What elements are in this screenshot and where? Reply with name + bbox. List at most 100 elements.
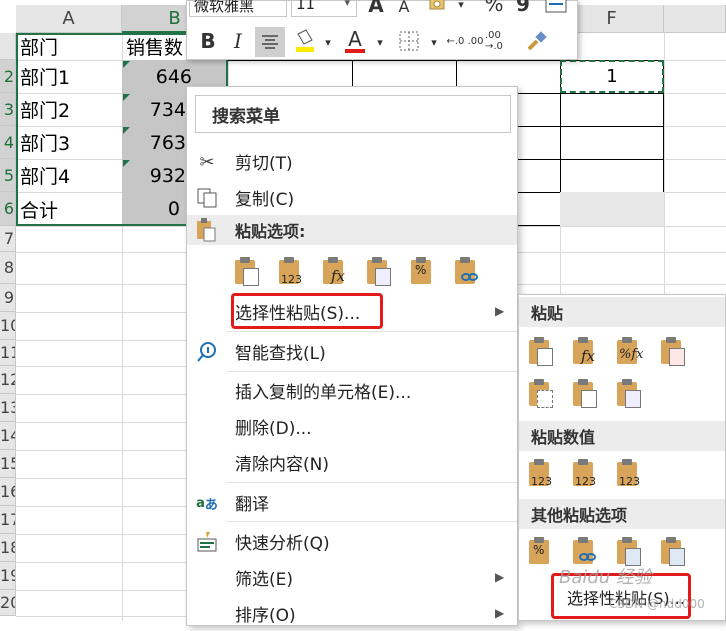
- paste-formulas-icon[interactable]: fx: [321, 257, 349, 287]
- menu-item-cut[interactable]: ✂ 剪切(T): [187, 143, 517, 179]
- cell-a2[interactable]: 部门1: [20, 60, 120, 93]
- paste-formatting-icon[interactable]: %: [527, 537, 555, 567]
- paste-keep-source-format-icon[interactable]: [659, 337, 687, 367]
- borders-dropdown[interactable]: ▾: [427, 31, 441, 53]
- row-header[interactable]: 16: [0, 478, 16, 506]
- paste-transpose-icon[interactable]: [365, 257, 393, 287]
- menu-item-translate[interactable]: aあ 翻译: [187, 484, 517, 520]
- cell-b5[interactable]: 932: [122, 159, 186, 192]
- paste-formatting-icon[interactable]: %: [409, 257, 437, 287]
- paste-values-icon[interactable]: 123: [277, 257, 305, 287]
- row-header[interactable]: 5: [0, 159, 16, 192]
- cell-text: 部门2: [20, 100, 71, 122]
- cell-a5[interactable]: 部门4: [20, 159, 120, 192]
- cell-a3[interactable]: 部门2: [20, 93, 120, 126]
- row-header[interactable]: 3: [0, 93, 16, 126]
- shrink-font-button[interactable]: A: [393, 0, 415, 17]
- menu-item-insert-copied-cells[interactable]: 插入复制的单元格(E)...: [187, 372, 517, 408]
- menu-item-smart-lookup[interactable]: 智能查找(L): [187, 333, 517, 369]
- font-color-dropdown[interactable]: ▾: [373, 31, 387, 53]
- row-header[interactable]: 4: [0, 126, 16, 159]
- column-header-g[interactable]: [664, 5, 726, 33]
- row-header[interactable]: 9: [0, 284, 16, 312]
- row-header[interactable]: 14: [0, 422, 16, 450]
- cell-b6[interactable]: 0: [122, 192, 180, 226]
- paste-option-label: 123: [619, 475, 640, 488]
- row-header[interactable]: 12: [0, 366, 16, 394]
- cell-a6[interactable]: 合计: [20, 192, 120, 226]
- cell-b3[interactable]: 734: [122, 93, 186, 126]
- font-name-box[interactable]: 微软雅黑: [189, 0, 287, 17]
- row-header[interactable]: 17: [0, 506, 16, 534]
- increase-decimal-button[interactable]: ←.0 .00: [447, 27, 484, 55]
- row-header[interactable]: 19: [0, 562, 16, 590]
- bold-button[interactable]: B: [195, 27, 221, 55]
- error-indicator-icon[interactable]: [123, 94, 130, 101]
- cell-text: 部门1: [20, 67, 71, 89]
- paste-link-icon[interactable]: [453, 257, 481, 287]
- cell-b4[interactable]: 763: [122, 126, 186, 159]
- paste-values-icon[interactable]: 123: [527, 459, 555, 489]
- submenu-values-header: 粘贴数值: [519, 421, 725, 451]
- row-header[interactable]: 18: [0, 534, 16, 562]
- borders-button[interactable]: [395, 27, 423, 55]
- paste-no-borders-icon[interactable]: [527, 379, 555, 409]
- paste-all-icon[interactable]: [527, 337, 555, 367]
- row-header[interactable]: 6: [0, 192, 16, 226]
- fill-color-dropdown[interactable]: ▾: [321, 31, 335, 53]
- row-header[interactable]: [0, 33, 16, 60]
- italic-button[interactable]: I: [225, 27, 251, 55]
- row-header[interactable]: 10: [0, 312, 16, 340]
- font-color-button[interactable]: A: [341, 27, 369, 55]
- cell-a1[interactable]: 部门: [20, 33, 120, 60]
- row-header[interactable]: 7: [0, 226, 16, 252]
- cell-text: 部门4: [20, 166, 71, 188]
- font-size-box[interactable]: 11 ▾: [291, 0, 357, 17]
- menu-item-clear-contents[interactable]: 清除内容(N): [187, 444, 517, 480]
- paste-values-number-format-icon[interactable]: 123: [571, 459, 599, 489]
- row-header[interactable]: 11: [0, 340, 16, 366]
- number-format-dropdown[interactable]: ▾: [453, 0, 469, 15]
- paste-transpose-icon[interactable]: [615, 379, 643, 409]
- search-menu-input[interactable]: 搜索菜单: [195, 95, 511, 133]
- menu-item-delete[interactable]: 删除(D)...: [187, 408, 517, 444]
- paste-formulas-icon[interactable]: fx: [571, 337, 599, 367]
- error-indicator-icon[interactable]: [123, 127, 130, 134]
- comma-style-button[interactable]: 9: [513, 0, 533, 16]
- cell-a4[interactable]: 部门3: [20, 126, 120, 159]
- decrease-decimal-button[interactable]: .00 →.0: [485, 27, 517, 55]
- menu-item-filter[interactable]: 筛选(E) ▶: [187, 559, 517, 595]
- menu-item-copy[interactable]: 复制(C): [187, 179, 517, 215]
- menu-item-quick-analysis[interactable]: 快速分析(Q): [187, 523, 517, 559]
- row-header[interactable]: 20: [0, 590, 16, 616]
- row-header[interactable]: 2: [0, 60, 16, 93]
- number-format-button[interactable]: [425, 0, 451, 15]
- percent-button[interactable]: %: [483, 0, 505, 16]
- grow-font-button[interactable]: A: [365, 0, 387, 17]
- paste-formulas-number-format-icon[interactable]: %fx: [615, 337, 644, 367]
- paste-icon[interactable]: [233, 257, 261, 287]
- menu-item-sort[interactable]: 排序(O) ▶: [187, 595, 517, 631]
- merge-center-button[interactable]: [543, 0, 569, 15]
- fill-color-button[interactable]: [291, 27, 319, 55]
- row-label: 7: [3, 229, 14, 248]
- cell-text: 部门: [20, 37, 59, 59]
- align-center-button[interactable]: [255, 27, 285, 57]
- cell-b2[interactable]: 646: [122, 60, 192, 93]
- error-indicator-icon[interactable]: [123, 61, 130, 68]
- row-header[interactable]: 13: [0, 394, 16, 422]
- format-painter-button[interactable]: [523, 27, 551, 55]
- paste-keep-column-widths-icon[interactable]: [571, 379, 599, 409]
- paste-linked-picture-icon[interactable]: [659, 537, 687, 567]
- percent-icon: %: [484, 0, 504, 16]
- paste-option-label: %fx: [619, 347, 644, 362]
- cell-f6[interactable]: [560, 192, 664, 226]
- row-label: 19: [0, 566, 15, 585]
- row-header[interactable]: 15: [0, 450, 16, 478]
- column-header-a[interactable]: A: [16, 5, 122, 33]
- error-indicator-icon[interactable]: [123, 160, 130, 167]
- quick-analysis-icon: [195, 530, 219, 554]
- paste-values-source-format-icon[interactable]: 123: [615, 459, 643, 489]
- cell-f2[interactable]: 1: [560, 60, 664, 93]
- row-header[interactable]: 8: [0, 252, 16, 284]
